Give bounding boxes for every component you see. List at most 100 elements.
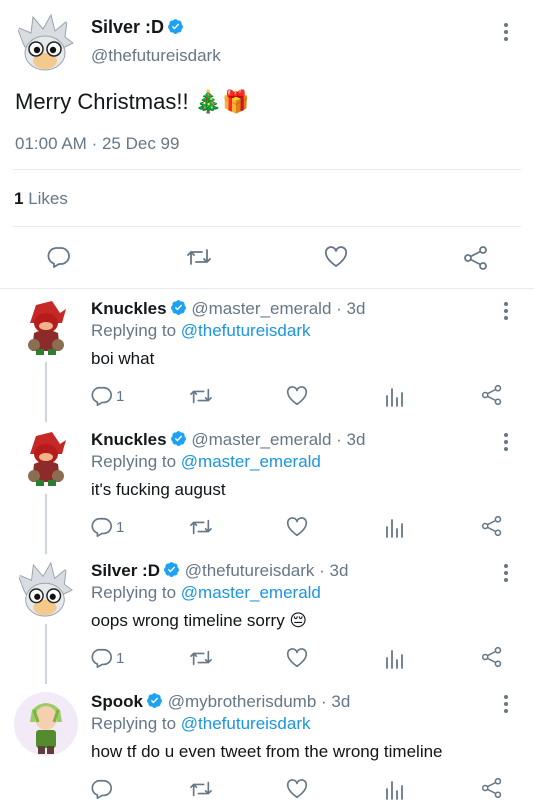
- author-name-row[interactable]: Silver :D: [91, 17, 184, 38]
- tweet-text: oops wrong timeline sorry 😔: [91, 611, 308, 630]
- tweet-text: it's fucking august: [91, 480, 226, 499]
- more-vertical-icon[interactable]: [496, 561, 516, 585]
- replying-to-link[interactable]: @thefutureisdark: [181, 714, 311, 733]
- retweet-icon: [187, 249, 211, 265]
- tweet-text: how tf do u even tweet from the wrong ti…: [91, 742, 443, 761]
- retweet-icon: [190, 650, 212, 666]
- reply-tweet[interactable]: Knuckles @master_emerald · 3d Replying t…: [0, 430, 534, 555]
- replying-to-link[interactable]: @thefutureisdark: [181, 321, 311, 340]
- analytics-button[interactable]: [385, 778, 405, 800]
- knuckles-avatar[interactable]: [16, 299, 74, 357]
- silver-avatar[interactable]: [15, 13, 75, 73]
- author-handle[interactable]: @mybrotherisdumb: [168, 692, 317, 711]
- replying-to-label: Replying to: [91, 583, 177, 602]
- author-name[interactable]: Silver :D: [91, 561, 160, 580]
- verified-badge-icon: [147, 693, 162, 708]
- share-button[interactable]: [481, 646, 503, 668]
- analytics-button[interactable]: [385, 385, 405, 407]
- retweet-icon: [190, 519, 212, 535]
- like-button[interactable]: [285, 778, 309, 800]
- tweet-age: · 3d: [336, 299, 366, 318]
- analytics-bar-icon: [386, 519, 403, 538]
- author-name[interactable]: Knuckles: [91, 430, 167, 449]
- tweet-age: · 3d: [336, 430, 366, 449]
- author-handle[interactable]: @thefutureisdark: [91, 46, 221, 66]
- retweet-button[interactable]: [189, 647, 213, 669]
- more-vertical-icon[interactable]: [496, 20, 516, 44]
- analytics-bar-icon: [386, 650, 403, 669]
- share-icon: [481, 646, 502, 668]
- tweet-text: Merry Christmas!! 🎄🎁: [15, 89, 250, 114]
- heart-icon: [286, 386, 308, 406]
- replying-to-label: Replying to: [91, 452, 177, 471]
- knuckles-avatar[interactable]: [16, 430, 74, 488]
- reply-tweet[interactable]: Silver :D @thefutureisdark · 3d Replying…: [0, 561, 534, 686]
- author-handle[interactable]: @master_emerald: [191, 299, 331, 318]
- author-name[interactable]: Knuckles: [91, 299, 167, 318]
- reply-count: 1: [116, 387, 125, 405]
- reply-tweet[interactable]: Spook @mybrotherisdumb · 3d Replying to …: [0, 692, 534, 810]
- verified-badge-icon: [170, 431, 186, 446]
- share-button[interactable]: [481, 777, 503, 799]
- analytics-button[interactable]: [385, 647, 405, 669]
- reply-tweet[interactable]: Knuckles @master_emerald · 3d Replying t…: [0, 299, 534, 424]
- replying-to-label: Replying to: [91, 321, 177, 340]
- spook-avatar[interactable]: [14, 692, 78, 756]
- more-vertical-icon[interactable]: [496, 299, 516, 323]
- share-button[interactable]: [481, 515, 503, 537]
- reply-button[interactable]: 1: [91, 516, 124, 538]
- replying-to-link[interactable]: @master_emerald: [181, 452, 321, 471]
- divider: [0, 288, 534, 289]
- verified-badge-icon: [164, 562, 179, 577]
- reply-count: 1: [116, 649, 125, 667]
- verified-badge-icon: [170, 300, 186, 315]
- reply-button[interactable]: [91, 778, 113, 800]
- retweet-button[interactable]: [189, 778, 213, 800]
- likes-count: 1: [14, 189, 24, 208]
- reply-bubble-icon: [91, 386, 112, 406]
- retweet-button[interactable]: [186, 245, 212, 269]
- retweet-button[interactable]: [189, 385, 213, 407]
- author-name[interactable]: Spook: [91, 692, 143, 711]
- silver-avatar[interactable]: [16, 561, 74, 619]
- reply-button[interactable]: [47, 245, 71, 269]
- reply-button[interactable]: 1: [91, 647, 124, 669]
- like-button[interactable]: [285, 647, 309, 669]
- reply-bubble-icon: [47, 247, 70, 268]
- divider: [13, 169, 521, 170]
- reply-bubble-icon: [91, 779, 112, 799]
- author-handle[interactable]: @thefutureisdark: [185, 561, 315, 580]
- timestamp-separator: ·: [91, 134, 98, 153]
- heart-icon: [324, 246, 348, 267]
- author-handle[interactable]: @master_emerald: [191, 430, 331, 449]
- share-icon: [481, 777, 502, 799]
- share-icon: [481, 515, 502, 537]
- share-icon: [481, 384, 502, 406]
- analytics-button[interactable]: [385, 516, 405, 538]
- tweet-age: · 3d: [321, 692, 351, 711]
- share-button[interactable]: [481, 384, 503, 406]
- share-button[interactable]: [463, 245, 489, 271]
- likes-label: Likes: [28, 189, 68, 208]
- heart-icon: [286, 648, 308, 668]
- retweet-icon: [190, 781, 212, 797]
- like-button[interactable]: [285, 516, 309, 538]
- author-name[interactable]: Silver :D: [91, 17, 164, 37]
- more-vertical-icon[interactable]: [496, 430, 516, 454]
- more-vertical-icon[interactable]: [496, 692, 516, 716]
- analytics-bar-icon: [386, 781, 403, 800]
- tweet-timestamp[interactable]: 01:00 AM · 25 Dec 99: [15, 134, 179, 154]
- replying-to-label: Replying to: [91, 714, 177, 733]
- replying-to-link[interactable]: @master_emerald: [181, 583, 321, 602]
- like-button[interactable]: [323, 245, 349, 269]
- reply-button[interactable]: 1: [91, 385, 124, 407]
- tweet-date: 25 Dec 99: [101, 134, 180, 153]
- heart-icon: [286, 779, 308, 799]
- likes-stat[interactable]: 1 Likes: [14, 189, 68, 209]
- tweet-age: · 3d: [319, 561, 349, 580]
- reply-bubble-icon: [91, 517, 112, 537]
- verified-badge-icon: [168, 19, 183, 34]
- like-button[interactable]: [285, 385, 309, 407]
- divider: [13, 226, 521, 227]
- retweet-button[interactable]: [189, 516, 213, 538]
